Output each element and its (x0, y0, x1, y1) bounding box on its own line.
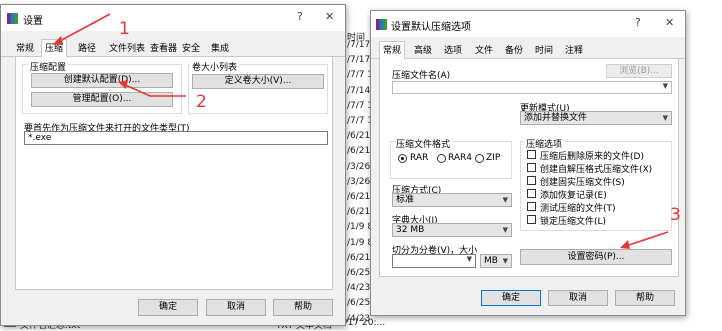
annotation-overlay (52, 13, 669, 249)
annotation-number-1: 1 (119, 19, 130, 39)
arrow-2 (122, 83, 186, 97)
arrow-1-head (52, 36, 63, 45)
arrow-3-head (620, 240, 630, 249)
arrow-3 (625, 231, 669, 247)
annotation-number-3: 3 (670, 205, 681, 225)
arrow-2-head (118, 80, 128, 89)
arrow-1 (57, 13, 111, 43)
annotation-number-2: 2 (196, 92, 207, 112)
